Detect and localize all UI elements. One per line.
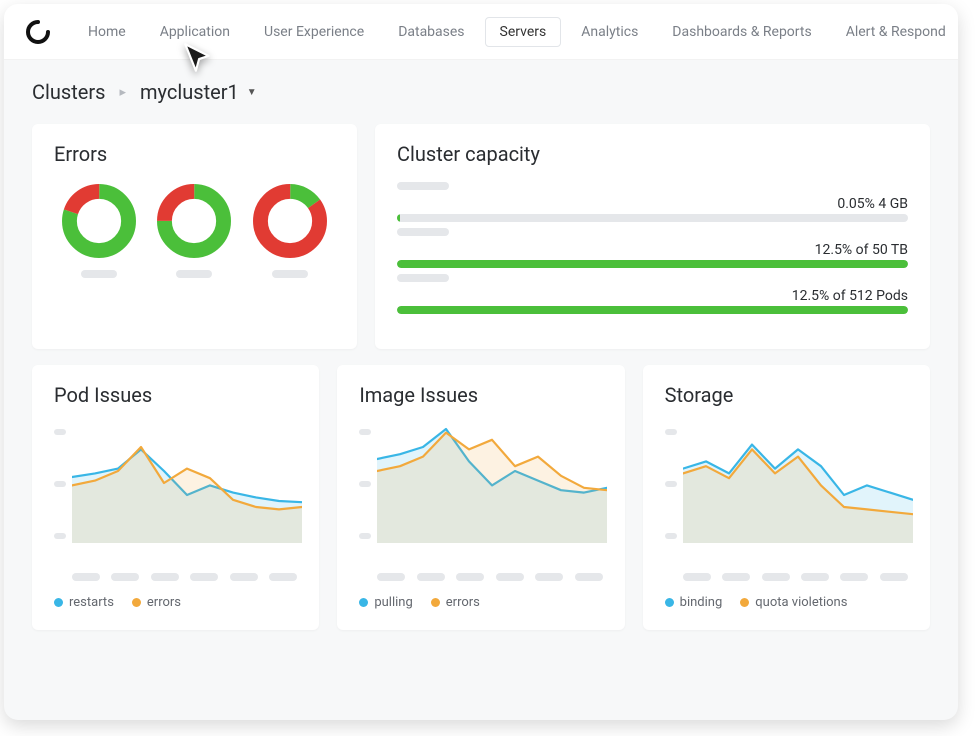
placeholder-label [397,274,449,282]
nav-home[interactable]: Home [74,18,140,46]
placeholder-label [272,270,308,278]
donut-chart [251,182,329,260]
line-chart [72,423,302,543]
dropdown-caret-icon[interactable]: ▼ [247,87,257,98]
nav-alert-respond[interactable]: Alert & Respond [832,18,958,46]
image-legend: pulling errors [359,595,602,610]
legend-item: errors [132,595,181,610]
brand-logo[interactable] [26,20,50,44]
legend-label: binding [680,595,723,610]
top-nav: Home Application User Experience Databas… [4,4,958,60]
row-bottom: Pod Issues restarts errors Image Issues [4,357,958,638]
legend-label: quota violetions [755,595,847,610]
storage-chart [665,423,908,563]
legend-dot-icon [740,598,749,607]
errors-card[interactable]: Errors [32,124,357,349]
x-axis-ticks [665,563,908,581]
image-chart [359,423,602,563]
breadcrumb-current-label: mycluster1 [140,80,239,104]
app-window: Home Application User Experience Databas… [4,4,958,720]
legend-item: errors [431,595,480,610]
legend-label: restarts [69,595,114,610]
errors-donut-2 [155,182,233,278]
image-title: Image Issues [359,383,602,407]
nav-analytics[interactable]: Analytics [567,18,652,46]
legend-dot-icon [132,598,141,607]
nav-servers[interactable]: Servers [485,17,562,47]
nav-application[interactable]: Application [146,18,244,46]
cluster-capacity-card[interactable]: Cluster capacity 0.05% 4 GB 12.5% of 50 … [375,124,930,349]
capacity-value: 0.05% 4 GB [397,196,908,212]
storage-card[interactable]: Storage binding quota violetions [643,365,930,630]
image-issues-card[interactable]: Image Issues pulling errors [337,365,624,630]
line-chart [377,423,607,543]
y-axis-ticks [665,423,681,563]
legend-dot-icon [665,598,674,607]
x-axis-ticks [54,563,297,581]
placeholder-label [81,270,117,278]
chevron-right-icon: ▸ [119,85,126,100]
legend-item: restarts [54,595,114,610]
legend-dot-icon [431,598,440,607]
pod-issues-card[interactable]: Pod Issues restarts errors [32,365,319,630]
nav-dashboards-reports[interactable]: Dashboards & Reports [658,18,825,46]
legend-dot-icon [54,598,63,607]
donut-chart [155,182,233,260]
capacity-fill [397,260,908,268]
donut-chart [60,182,138,260]
capacity-value: 12.5% of 512 Pods [397,288,908,304]
capacity-track [397,214,908,222]
placeholder-label [397,228,449,236]
pod-chart [54,423,297,563]
placeholder-label [397,182,449,190]
pod-title: Pod Issues [54,383,297,407]
legend-label: pulling [374,595,412,610]
breadcrumb: Clusters ▸ mycluster1 ▼ [4,60,958,116]
capacity-row: 12.5% of 512 Pods [397,274,908,314]
nav-databases[interactable]: Databases [384,18,478,46]
capacity-row: 0.05% 4 GB [397,182,908,222]
y-axis-ticks [359,423,375,563]
legend-item: pulling [359,595,412,610]
storage-legend: binding quota violetions [665,595,908,610]
placeholder-label [176,270,212,278]
capacity-track [397,306,908,314]
pod-legend: restarts errors [54,595,297,610]
nav-user-experience[interactable]: User Experience [250,18,378,46]
errors-donuts [54,182,335,278]
legend-item: quota violetions [740,595,847,610]
x-axis-ticks [359,563,602,581]
capacity-title: Cluster capacity [397,142,908,166]
line-chart [683,423,913,543]
legend-label: errors [446,595,480,610]
errors-donut-1 [60,182,138,278]
breadcrumb-root[interactable]: Clusters [32,80,105,104]
breadcrumb-current[interactable]: mycluster1 ▼ [140,80,257,104]
capacity-fill [397,306,908,314]
errors-title: Errors [54,142,335,166]
capacity-row: 12.5% of 50 TB [397,228,908,268]
legend-dot-icon [359,598,368,607]
capacity-fill [397,214,400,222]
capacity-track [397,260,908,268]
capacity-rows: 0.05% 4 GB 12.5% of 50 TB 12.5% of 512 P… [397,182,908,314]
y-axis-ticks [54,423,70,563]
legend-item: binding [665,595,723,610]
row-top: Errors Cluster capacity 0.05% [4,116,958,357]
legend-label: errors [147,595,181,610]
capacity-value: 12.5% of 50 TB [397,242,908,258]
errors-donut-3 [251,182,329,278]
storage-title: Storage [665,383,908,407]
